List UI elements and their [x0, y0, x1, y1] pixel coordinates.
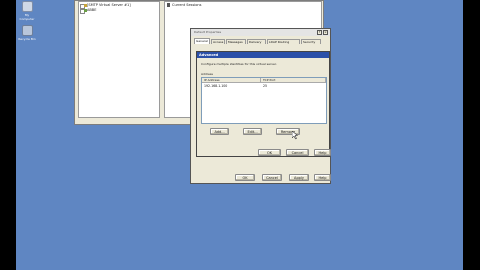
advanced-description: Configure multiple identities for this v…	[201, 62, 277, 66]
recycle-bin-desktop-icon[interactable]: Recycle Bin	[18, 25, 36, 41]
properties-ok-button[interactable]: OK	[235, 174, 255, 181]
mouse-pointer-icon	[292, 131, 298, 140]
ip-address-cell: 192.168.1.100	[204, 84, 228, 88]
address-group-label: Address	[201, 72, 213, 76]
properties-title: Default Properties	[194, 30, 222, 34]
help-icon[interactable]: ?	[317, 30, 322, 35]
desktop-icon-label: My Computer	[19, 13, 35, 21]
tree-item-abbe[interactable]: ABBE	[87, 8, 96, 12]
sessions-icon	[167, 3, 170, 7]
computer-icon	[21, 1, 33, 12]
advanced-title-bar: Advanced	[197, 52, 329, 58]
address-list: IP Address TCP Port 192.168.1.100 25	[201, 77, 327, 124]
desktop-icon-label: Recycle Bin	[18, 37, 36, 41]
close-icon[interactable]: ×	[323, 30, 328, 35]
tree-item-smtp-server[interactable]: [SMTP Virtual Server #1]	[87, 3, 131, 7]
tab-security[interactable]: Security	[301, 39, 321, 44]
advanced-cancel-button[interactable]: Cancel	[286, 149, 309, 156]
tree-pane: [SMTP Virtual Server #1] ABBE	[78, 1, 160, 118]
advanced-ok-button[interactable]: OK	[258, 149, 281, 156]
table-row[interactable]: 192.168.1.100 25	[202, 84, 326, 89]
desktop: My Computer Recycle Bin [SMTP Virtual Se…	[16, 0, 463, 270]
tab-messages[interactable]: Messages	[226, 39, 246, 44]
tcp-port-cell: 25	[263, 84, 268, 88]
tab-access[interactable]: Access	[211, 39, 225, 44]
advanced-help-button[interactable]: Help	[314, 149, 331, 156]
my-computer-desktop-icon[interactable]: My Computer	[18, 1, 36, 21]
properties-help-button[interactable]: Help	[314, 174, 331, 181]
tab-ldap-routing[interactable]: LDAP Routing	[267, 39, 300, 44]
edit-button[interactable]: Edit...	[243, 128, 262, 135]
advanced-title: Advanced	[199, 53, 219, 57]
column-tcp-port[interactable]: TCP Port	[261, 78, 326, 83]
properties-tabs: General Access Messages Delivery LDAP Ro…	[194, 38, 328, 45]
advanced-dialog: Advanced Configure multiple identities f…	[196, 51, 331, 157]
tab-general[interactable]: General	[194, 38, 210, 44]
properties-title-bar: Default Properties ? ×	[191, 29, 330, 36]
current-sessions-item[interactable]: Current Sessions	[172, 3, 201, 7]
column-ip-address[interactable]: IP Address	[202, 78, 261, 83]
properties-cancel-button[interactable]: Cancel	[262, 174, 282, 181]
recycle-bin-icon	[21, 25, 33, 36]
add-button[interactable]: Add...	[210, 128, 229, 135]
properties-apply-button[interactable]: Apply	[289, 174, 309, 181]
tab-delivery[interactable]: Delivery	[247, 39, 266, 44]
